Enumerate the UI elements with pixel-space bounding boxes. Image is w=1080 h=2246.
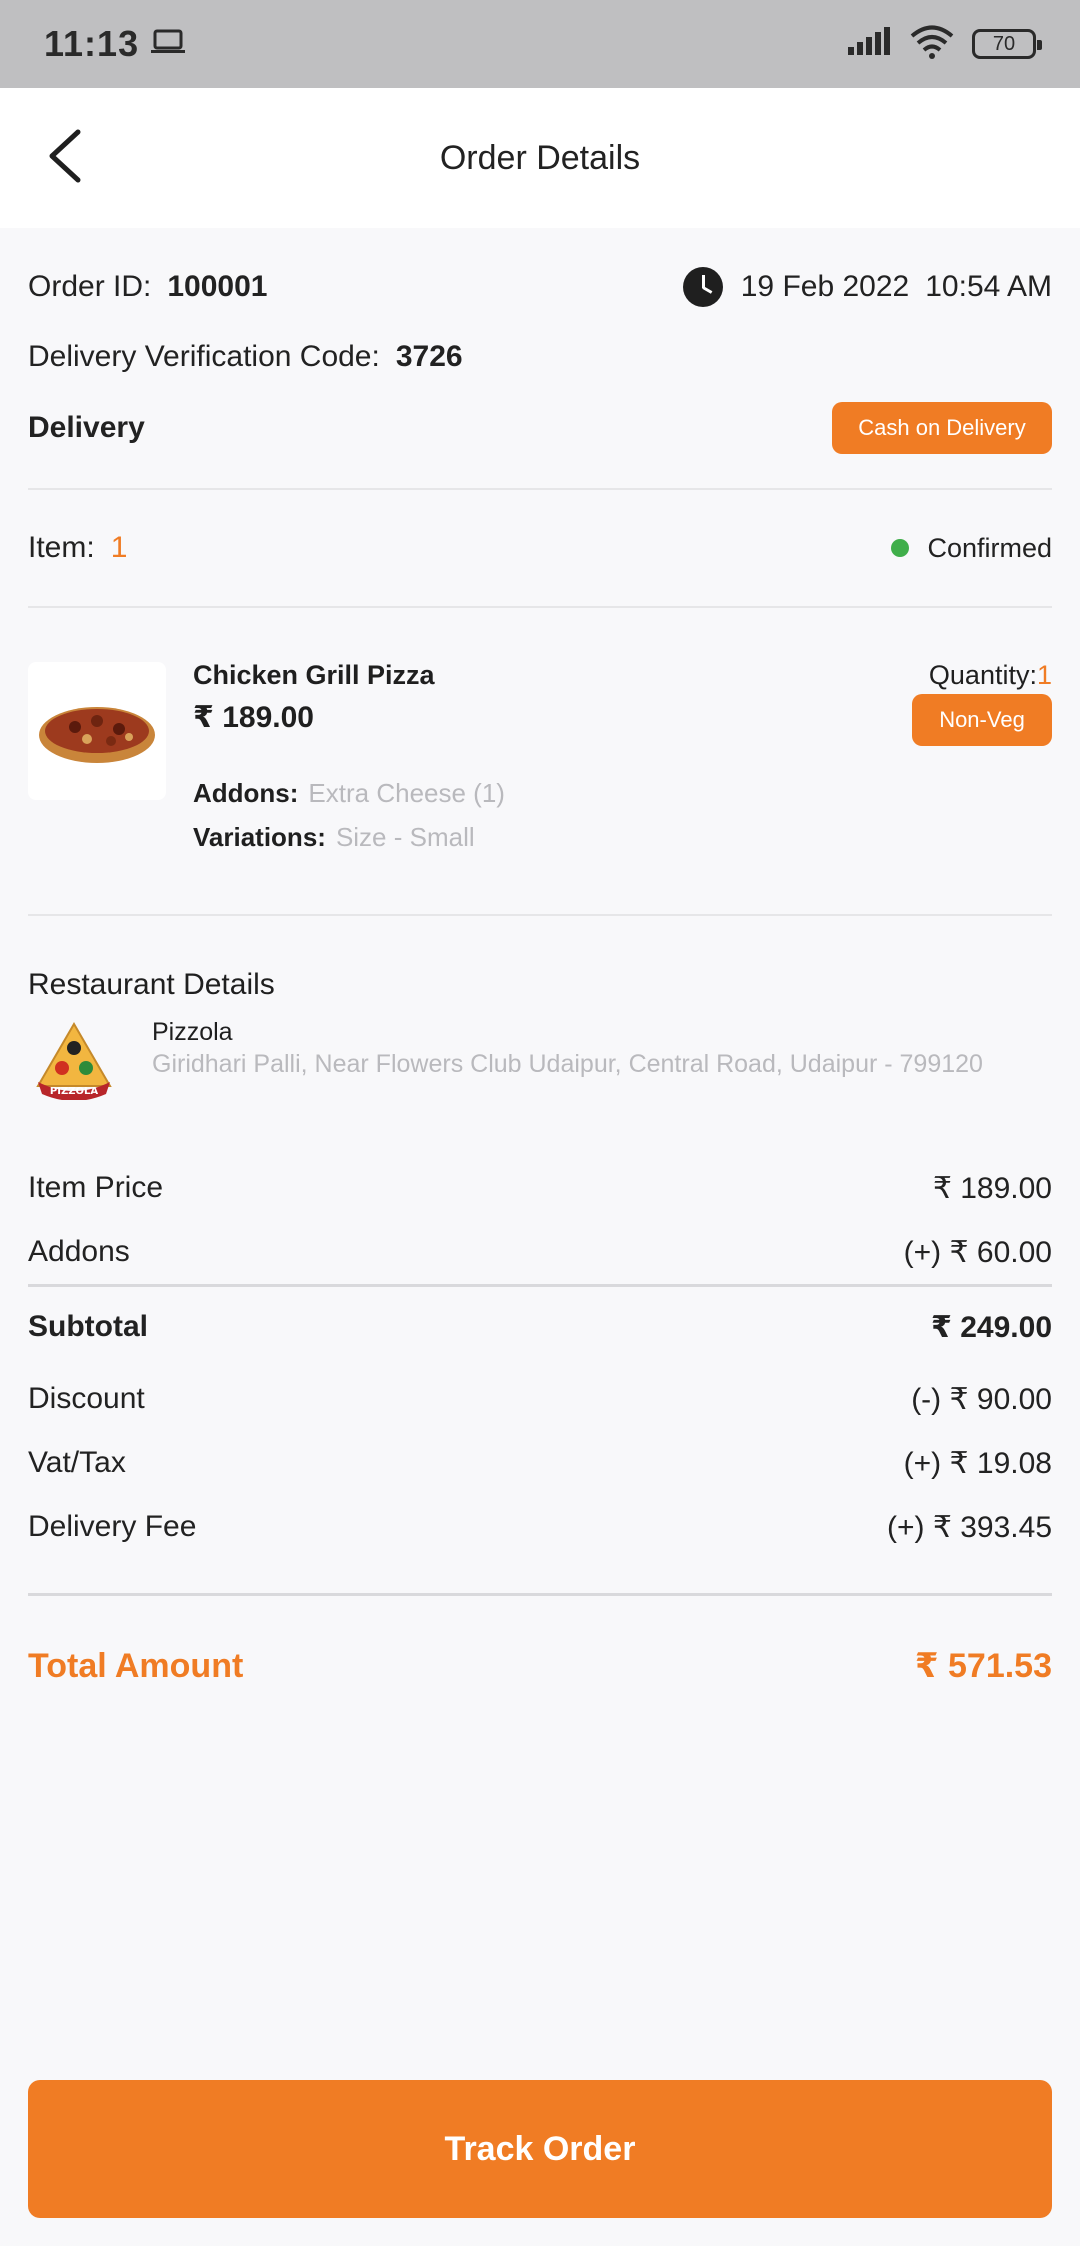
status-dot-icon — [891, 539, 910, 557]
pizza-image — [28, 662, 166, 800]
wifi-icon — [910, 25, 954, 64]
item-variations: Variations: Size - Small — [193, 822, 475, 853]
quantity-value: 1 — [1036, 660, 1052, 690]
track-order-button[interactable]: Track Order — [28, 2080, 1052, 2218]
subtotal-row: Subtotal ₹ 249.00 — [28, 1287, 1052, 1367]
item-summary-row: Item: 1 Confirmed — [28, 490, 1052, 606]
item-price: ₹ 189.00 — [193, 701, 314, 734]
item-count-label: Item: — [28, 531, 95, 564]
total-row: Total Amount ₹ 571.53 — [28, 1596, 1052, 1736]
addons-value: Extra Cheese (1) — [308, 778, 505, 808]
item-addons: Addons: Extra Cheese (1) — [193, 778, 505, 809]
order-id-label: Order ID: — [28, 270, 152, 303]
payment-method-badge: Cash on Delivery — [832, 402, 1052, 454]
signal-icon — [848, 26, 892, 62]
delivery-fee-value: (+) ₹ 393.45 — [886, 1510, 1052, 1544]
clock-icon — [682, 267, 723, 307]
subtotal-label: Subtotal — [28, 1310, 148, 1343]
laptop-icon — [151, 29, 186, 60]
verification-label: Delivery Verification Code: — [28, 340, 380, 373]
divider — [28, 914, 1052, 916]
back-button[interactable] — [28, 122, 100, 194]
status-time: 11:13 — [44, 23, 140, 64]
restaurant-logo: PIZZOLA — [34, 1020, 114, 1101]
delivery-fee-label: Delivery Fee — [28, 1510, 197, 1543]
item-name: Chicken Grill Pizza — [193, 660, 435, 690]
quantity-label: Quantity: — [928, 660, 1037, 690]
variations-label: Variations: — [193, 822, 326, 852]
battery-icon: 70 — [972, 29, 1042, 59]
page-title: Order Details — [439, 138, 641, 177]
tax-value: (+) ₹ 19.08 — [903, 1446, 1052, 1480]
app-bar: Order Details — [0, 88, 1080, 228]
item-price-value: ₹ 189.00 — [932, 1171, 1052, 1205]
order-details-content: Order ID: 100001 19 Feb 2022 10:54 AM De… — [28, 228, 1052, 1736]
tax-label: Vat/Tax — [28, 1446, 126, 1479]
delivery-type: Delivery — [28, 411, 145, 444]
discount-value: (-) ₹ 90.00 — [911, 1382, 1052, 1416]
addons-price-value: (+) ₹ 60.00 — [903, 1235, 1052, 1269]
item-price-label: Item Price — [28, 1171, 164, 1204]
logo-text: PIZZOLA — [50, 1086, 98, 1097]
total-label: Total Amount — [28, 1646, 244, 1685]
addons-label: Addons: — [193, 778, 299, 808]
order-item: Chicken Grill Pizza ₹ 189.00 Quantity: 1… — [28, 608, 1052, 914]
variations-value: Size - Small — [335, 822, 475, 852]
order-id-value: 100001 — [167, 270, 268, 303]
order-id-row: Order ID: 100001 19 Feb 2022 10:54 AM — [28, 252, 1052, 322]
food-type-badge: Non-Veg — [912, 694, 1052, 746]
total-value: ₹ 571.53 — [914, 1647, 1052, 1685]
order-time: 10:54 AM — [925, 270, 1052, 303]
discount-label: Discount — [28, 1382, 145, 1415]
restaurant-name: Pizzola — [152, 1018, 233, 1046]
discount-row: Discount (-) ₹ 90.00 — [28, 1367, 1052, 1431]
delivery-fee-row: Delivery Fee (+) ₹ 393.45 — [28, 1495, 1052, 1559]
addons-price-label: Addons — [28, 1235, 130, 1268]
item-count-value: 1 — [110, 531, 128, 564]
order-status: Confirmed — [927, 532, 1052, 563]
addons-row: Addons (+) ₹ 60.00 — [28, 1220, 1052, 1284]
restaurant-address: Giridhari Palli, Near Flowers Club Udaip… — [152, 1050, 983, 1078]
verification-code: 3726 — [395, 340, 463, 373]
verification-row: Delivery Verification Code: 3726 — [28, 322, 1052, 392]
order-date: 19 Feb 2022 — [740, 270, 910, 303]
tax-row: Vat/Tax (+) ₹ 19.08 — [28, 1431, 1052, 1495]
item-price-row: Item Price ₹ 189.00 — [28, 1156, 1052, 1220]
back-arrow-icon — [44, 128, 84, 189]
restaurant-card[interactable]: PIZZOLA Pizzola Giridhari Palli, Near Fl… — [28, 1016, 1052, 1116]
status-bar: 11:13 70 — [0, 0, 1080, 88]
item-quantity: Quantity: 1 — [929, 660, 1052, 691]
subtotal-value: ₹ 249.00 — [931, 1310, 1052, 1344]
delivery-row: Delivery Cash on Delivery — [28, 392, 1052, 464]
restaurant-section-title: Restaurant Details — [28, 968, 275, 1001]
battery-level: 70 — [992, 32, 1016, 55]
